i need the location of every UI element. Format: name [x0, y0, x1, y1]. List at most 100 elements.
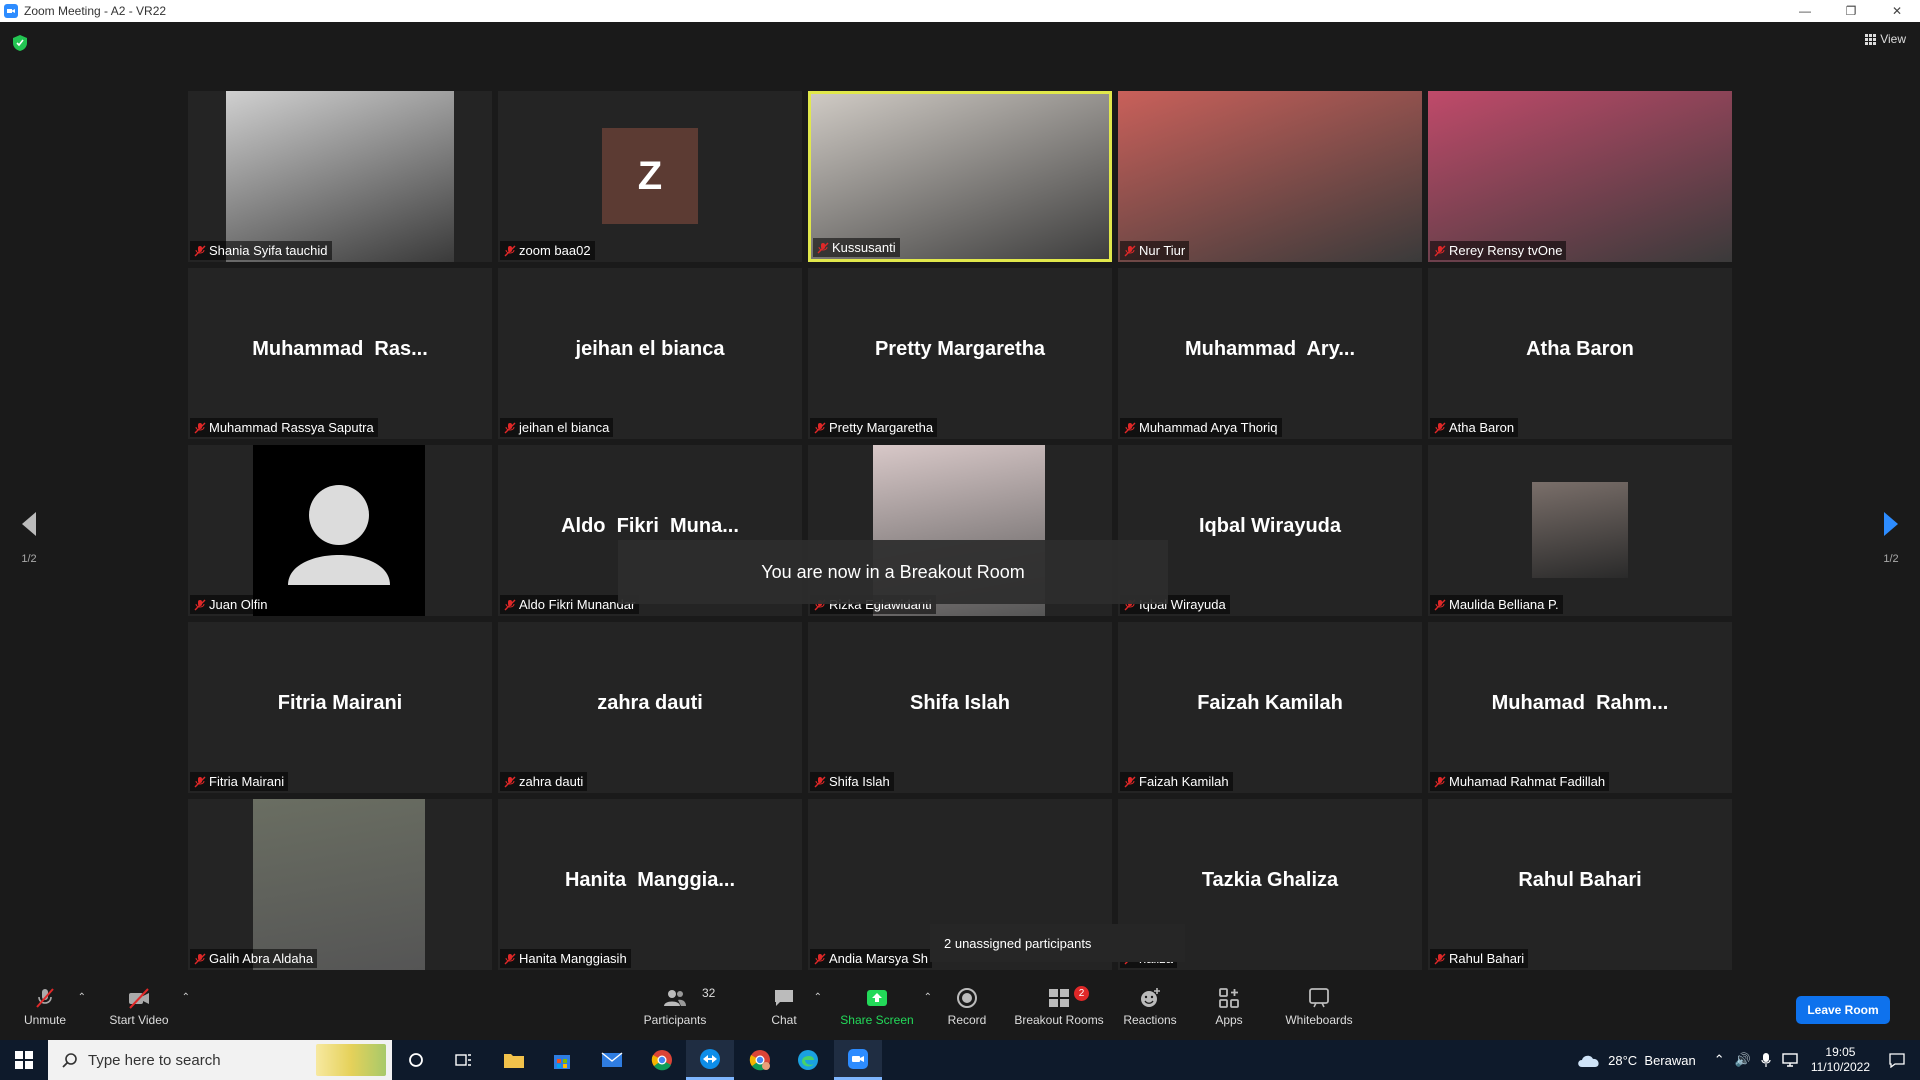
mic-muted-icon — [1124, 245, 1136, 256]
mic-muted-icon — [1434, 245, 1446, 256]
participant-name-label: Galih Abra Aldaha — [190, 949, 318, 968]
edge-button[interactable] — [784, 1040, 832, 1080]
participant-name: Rahul Bahari — [1449, 951, 1525, 966]
participant-name: zoom baa02 — [519, 243, 591, 258]
apps-button[interactable]: Apps — [1214, 986, 1244, 1036]
participant-tile[interactable]: jeihan el bianca jeihan el bianca — [498, 268, 802, 439]
cortana-button[interactable] — [392, 1040, 440, 1080]
participant-video — [226, 91, 454, 262]
speaker-icon[interactable]: 🔊 — [1735, 1052, 1751, 1068]
whiteboards-button[interactable]: Whiteboards — [1284, 986, 1354, 1036]
participant-display-name: Fitria Mairani — [277, 692, 403, 714]
file-explorer-button[interactable] — [490, 1040, 538, 1080]
participants-button[interactable]: 32 Participants — [640, 986, 716, 1036]
start-button[interactable] — [0, 1040, 48, 1080]
participant-tile[interactable]: Shifa Islah Shifa Islah — [808, 622, 1112, 793]
video-options-caret[interactable]: ⌃ — [182, 992, 190, 1003]
clock-date: 11/10/2022 — [1810, 1060, 1870, 1074]
teamviewer-button[interactable] — [686, 1040, 734, 1080]
unassigned-participants-tooltip[interactable]: 2 unassigned participants — [930, 924, 1185, 962]
chevron-left-icon — [22, 512, 36, 536]
microphone-icon[interactable] — [1761, 1052, 1771, 1068]
participant-tile[interactable]: Muhammad Ary... Muhammad Arya Thoriq — [1118, 268, 1422, 439]
audio-options-caret[interactable]: ⌃ — [78, 992, 86, 1003]
restore-button[interactable]: ❐ — [1828, 0, 1874, 22]
participant-tile[interactable]: Faizah Kamilah Faizah Kamilah — [1118, 622, 1422, 793]
prev-page-button[interactable]: 1/2 — [14, 510, 44, 565]
participant-display-name: Hanita Manggia... — [564, 869, 736, 891]
record-button[interactable]: Record — [946, 986, 988, 1036]
mic-muted-icon — [194, 245, 206, 256]
notification-icon[interactable] — [1888, 1052, 1906, 1068]
record-label: Record — [947, 1013, 987, 1027]
share-screen-button[interactable]: Share Screen ⌃ — [840, 986, 932, 1036]
participant-tile[interactable]: Rahul Bahari Rahul Bahari — [1428, 799, 1732, 970]
task-view-button[interactable] — [440, 1040, 488, 1080]
participant-tile[interactable]: Pretty Margaretha Pretty Margaretha — [808, 268, 1112, 439]
leave-room-button[interactable]: Leave Room — [1796, 996, 1890, 1024]
cloud-weather-icon — [1578, 1055, 1599, 1067]
search-highlight-icon — [316, 1044, 386, 1076]
participant-tile[interactable]: Juan Olfin — [188, 445, 492, 616]
participant-name-label: Juan Olfin — [190, 595, 272, 614]
participant-name: Pretty Margaretha — [829, 420, 934, 435]
weather-text[interactable]: 28°C Berawan — [1608, 1053, 1696, 1068]
chat-options-caret[interactable]: ⌃ — [814, 992, 822, 1003]
participant-tile[interactable]: Shania Syifa tauchid — [188, 91, 492, 262]
participant-name: Maulida Belliana P. — [1449, 597, 1559, 612]
search-placeholder: Type here to search — [88, 1051, 221, 1069]
participant-tile[interactable]: Fitria Mairani Fitria Mairani — [188, 622, 492, 793]
participant-photo — [253, 799, 425, 970]
participant-tile[interactable]: Maulida Belliana P. — [1428, 445, 1732, 616]
participant-tile[interactable]: Kussusanti — [808, 91, 1112, 262]
mic-muted-icon — [194, 953, 206, 964]
chat-button[interactable]: Chat ⌃ — [764, 986, 822, 1036]
unmute-button[interactable]: Unmute ⌃ — [22, 986, 86, 1036]
participant-name-label: zahra dauti — [500, 772, 588, 791]
participant-name: Galih Abra Aldaha — [209, 951, 314, 966]
store-button[interactable] — [538, 1040, 586, 1080]
participant-name-label: zoom baa02 — [500, 241, 595, 260]
participant-tile[interactable]: Muhamad Rahm... Muhamad Rahmat Fadillah — [1428, 622, 1732, 793]
participant-tile[interactable]: zahra dauti zahra dauti — [498, 622, 802, 793]
chrome-icon — [651, 1050, 672, 1071]
chrome-profile-button[interactable] — [736, 1040, 784, 1080]
taskbar-search-box[interactable]: Type here to search — [48, 1040, 392, 1080]
chrome-button[interactable] — [638, 1040, 686, 1080]
mic-muted-icon — [1434, 422, 1446, 433]
encryption-shield-icon[interactable] — [12, 34, 28, 52]
system-tray: 28°C Berawan ⌃ 🔊 19:05 11/10/2022 — [1576, 1040, 1920, 1080]
reactions-button[interactable]: Reactions — [1123, 986, 1177, 1036]
mail-button[interactable] — [588, 1040, 636, 1080]
zoom-taskbar-button[interactable] — [834, 1040, 882, 1080]
participant-name: Faizah Kamilah — [1139, 774, 1229, 789]
participant-tile[interactable]: Rerey Rensy tvOne — [1428, 91, 1732, 262]
participant-tile[interactable]: Muhammad Ras... Muhammad Rassya Saputra — [188, 268, 492, 439]
next-page-button[interactable]: 1/2 — [1876, 510, 1906, 565]
close-button[interactable]: ✕ — [1874, 0, 1920, 22]
start-video-button[interactable]: Start Video ⌃ — [106, 986, 190, 1036]
participant-name-label: Pretty Margaretha — [810, 418, 938, 437]
person-silhouette-icon — [288, 485, 390, 585]
participant-tile[interactable]: Zzoom baa02 — [498, 91, 802, 262]
minimize-button[interactable]: — — [1782, 0, 1828, 22]
participant-name: Muhammad Arya Thoriq — [1139, 420, 1278, 435]
chrome-profile-icon — [749, 1050, 770, 1071]
network-icon[interactable] — [1781, 1052, 1799, 1068]
view-button[interactable]: View — [1865, 32, 1906, 46]
meeting-toolbar: Unmute ⌃ Start Video ⌃ 32 Participants C… — [0, 982, 1920, 1040]
chevron-up-icon[interactable]: ⌃ — [1714, 1052, 1725, 1068]
share-options-caret[interactable]: ⌃ — [924, 992, 932, 1003]
participant-name: Andia Marsya Sh — [829, 951, 928, 966]
participant-tile[interactable]: Nur Tiur — [1118, 91, 1422, 262]
participant-display-name: Atha Baron — [1526, 338, 1634, 360]
folder-icon — [504, 1054, 524, 1068]
participant-name: Atha Baron — [1449, 420, 1515, 435]
breakout-rooms-button[interactable]: 2 Breakout Rooms — [1014, 986, 1104, 1036]
participant-tile[interactable]: Galih Abra Aldaha — [188, 799, 492, 970]
participant-tile[interactable]: Hanita Manggia... Hanita Manggiasih — [498, 799, 802, 970]
participant-name-label: Muhamad Rahmat Fadillah — [1430, 772, 1610, 791]
participant-display-name: Rahul Bahari — [1518, 869, 1642, 891]
participant-tile[interactable]: Atha Baron Atha Baron — [1428, 268, 1732, 439]
taskbar-clock[interactable]: 19:05 11/10/2022 — [1811, 1045, 1870, 1075]
